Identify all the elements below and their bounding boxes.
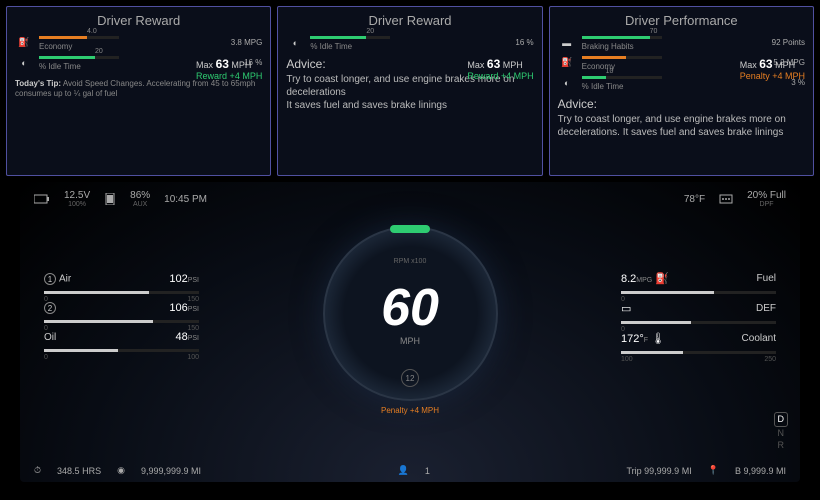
fuel-icon: ⛽ [558,56,576,70]
speed-value: 60 [381,282,439,334]
gauge-def: DEF ▭ 0 [621,302,776,324]
idle-icon: ◐ [286,36,304,50]
gauge-②: 2 106PSI 0 150 [44,302,199,323]
dpf-icon [719,193,733,205]
instrument-cluster: 12.5V100% 86%AUX 10:45 PM 78°F 20% FullD… [20,182,800,482]
battery-voltage: 12.5V [64,190,90,201]
battery-icon [34,194,50,205]
reward-summary: Max 63 MPH Reward +4 MPH [196,57,262,81]
card-title: Driver Reward [15,13,262,28]
speedometer: RPM x100 60 MPH 12 Penalty +4 MPH [323,226,498,401]
card-title: Driver Performance [558,13,805,28]
idle-icon: ◐ [558,76,576,90]
odometer-icon: ◉ [117,465,125,476]
gauge-oil: Oil 48PSI 0 100 [44,331,199,352]
metric-idletime: ◐ 20 % Idle Time 16 % [286,34,533,51]
gauge-coolant: Coolant 172°F 🌡 100 250 [621,332,776,354]
outside-temp: 78°F [684,194,705,205]
metric-economy: ⛽ 4.0 Economy 3.8 MPG [15,34,262,51]
gear-indicator: DNR [774,412,789,452]
coolant-icon: 🌡 [651,333,665,345]
fuel-icon: ⛽ [15,36,33,50]
advice-heading: Advice: [558,97,805,111]
gauge-fuel: Fuel 8.2MPG ⛽ 0 [621,272,776,294]
reward-card-2: Driver Performance ▬ 70 Braking Habits 9… [549,6,814,176]
aux-pct: 86% [130,190,150,201]
reward-card-0: Driver Reward ⛽ 4.0 Economy 3.8 MPG ◐ 20… [6,6,271,176]
metric-brakinghabits: ▬ 70 Braking Habits 92 Points [558,34,805,51]
dpf-pct: 20% Full [747,190,786,201]
occupant-icon: 👤 [398,465,409,476]
idle-icon: ◐ [15,56,33,70]
reward-summary: Max 63 MPH Reward +4 MPH [467,57,533,81]
fuel-icon: ⛽ [655,273,669,285]
gauge-air: 1Air 102PSI 0 150 [44,273,199,294]
tip-text: Today's Tip: Avoid Speed Changes. Accele… [15,79,262,100]
engine-hours-icon: ⏱ [34,465,41,476]
status-bar: 12.5V100% 86%AUX 10:45 PM 78°F 20% FullD… [34,190,786,208]
penalty-label: Penalty +4 MPH [381,406,439,415]
brake-icon: ▬ [558,36,576,50]
location-icon: 📍 [708,465,719,476]
advice-text: Try to coast longer, and use engine brak… [558,113,805,139]
clock: 10:45 PM [164,194,207,205]
gear-badge: 12 [401,369,419,387]
aux-icon [104,193,116,205]
def-icon: ▭ [621,303,631,315]
gear-current: D [774,412,789,427]
card-title: Driver Reward [286,13,533,28]
left-gauges: 1Air 102PSI 0 150 2 106PSI 0 150 Oil 48P… [44,267,199,360]
right-gauges: Fuel 8.2MPG ⛽ 0 DEF ▭ 0 Coolant 172°F 🌡 … [621,266,776,362]
bottom-bar: ⏱ 348.5 HRS ◉ 9,999,999.9 MI 👤 1 Trip 99… [34,465,786,476]
reward-card-1: Driver Reward ◐ 20 % Idle Time 16 % Max … [277,6,542,176]
reward-summary: Max 63 MPH Penalty +4 MPH [740,57,805,81]
